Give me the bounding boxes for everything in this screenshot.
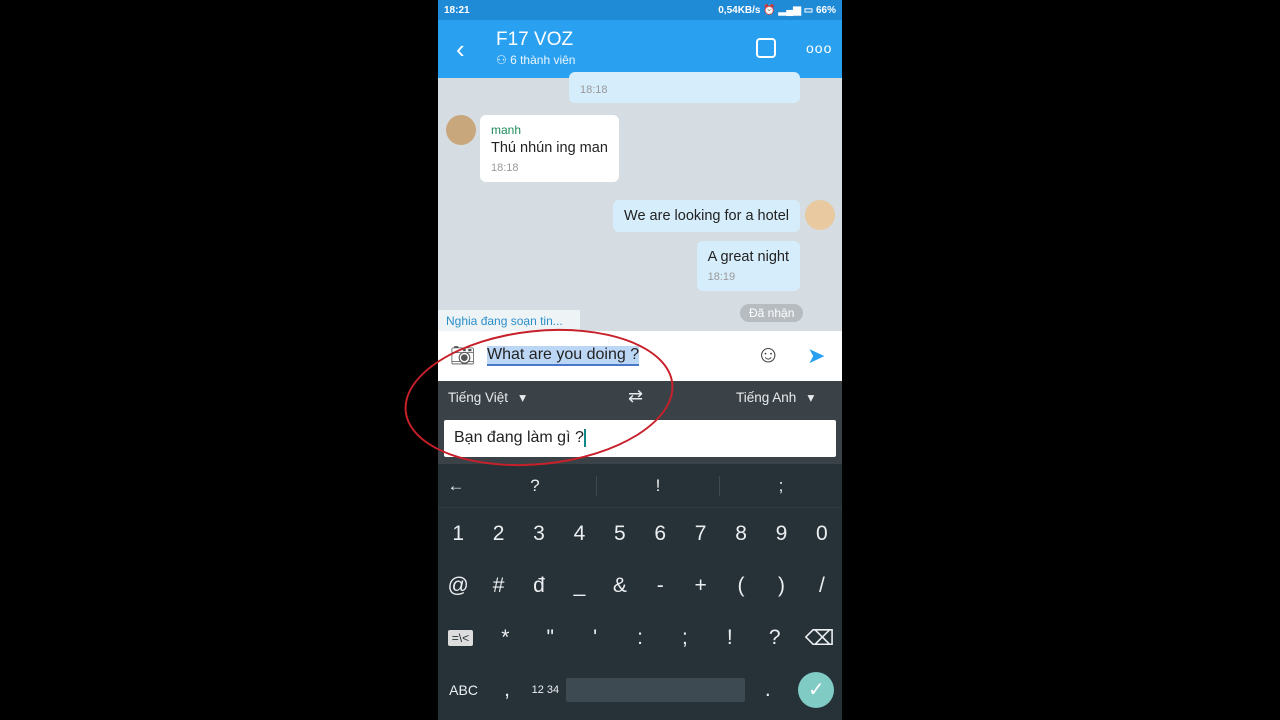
message-bubble: 18:18	[569, 72, 800, 103]
key[interactable]: ?	[752, 626, 797, 650]
check-icon: ✓	[798, 672, 835, 708]
suggestion[interactable]: ;	[720, 476, 842, 496]
key-more-symbols[interactable]: =\<	[438, 630, 483, 646]
chat-title: F17 VOZ	[496, 29, 574, 50]
key[interactable]: /	[802, 574, 842, 598]
key[interactable]: #	[478, 574, 518, 598]
suggestion-bar: ← ? ! ;	[438, 464, 842, 508]
backspace-icon[interactable]: ⌫	[797, 626, 842, 651]
key[interactable]: 9	[761, 522, 801, 546]
key[interactable]: 7	[680, 522, 720, 546]
key-row-numbers: 1234567890	[438, 508, 842, 560]
space-bar[interactable]	[565, 678, 745, 702]
chat-header: ‹ F17 VOZ ⚇ 6 thành viên ooo	[438, 20, 842, 78]
key[interactable]: '	[573, 626, 618, 650]
key[interactable]: 3	[519, 522, 559, 546]
message-bubble: manh Thú nhún ing man 18:18	[480, 115, 619, 182]
key[interactable]: 8	[721, 522, 761, 546]
suggestion[interactable]: ?	[474, 475, 597, 496]
clock: 18:21	[444, 4, 470, 16]
emoji-icon[interactable]: ☺	[756, 341, 781, 369]
keyboard: ← ? ! ; 1234567890 @ # đ _ & - +() / =\< * " ':;!…	[438, 464, 842, 720]
key[interactable]: 2	[478, 522, 518, 546]
send-icon[interactable]: ➤	[807, 343, 825, 369]
key[interactable]: -	[640, 574, 680, 598]
key[interactable]: 5	[600, 522, 640, 546]
live-camera-icon[interactable]	[756, 38, 776, 58]
key[interactable]: :	[618, 626, 663, 650]
key[interactable]: !	[707, 626, 752, 650]
key[interactable]: 1	[438, 522, 478, 546]
key-comma[interactable]: ,	[489, 678, 525, 702]
message-bubble: We are looking for a hotel	[613, 200, 800, 232]
battery-level: 66%	[815, 4, 836, 16]
key-row-symbols: @ # đ _ & - +() /	[438, 560, 842, 612]
message-bubble: A great night 18:19	[696, 241, 800, 291]
key[interactable]: 6	[640, 522, 680, 546]
members-count[interactable]: ⚇ 6 thành viên	[496, 53, 575, 67]
key[interactable]: đ	[519, 574, 559, 598]
received-badge: Đã nhận	[740, 304, 804, 322]
key-abc[interactable]: ABC	[438, 682, 489, 698]
back-arrow-icon[interactable]: ←	[438, 476, 474, 496]
back-icon[interactable]: ‹	[456, 34, 465, 65]
key[interactable]: 0	[802, 522, 842, 546]
key-row-bottom: ABC , 12 34 . ✓	[438, 664, 842, 716]
target-language-select[interactable]: Tiếng Anh ▾	[736, 390, 814, 406]
key[interactable]: 4	[559, 522, 599, 546]
more-icon[interactable]: ooo	[806, 40, 832, 56]
key[interactable]: +	[680, 574, 720, 598]
members-icon: ⚇	[496, 53, 511, 67]
avatar[interactable]	[446, 115, 476, 145]
avatar[interactable]	[805, 200, 835, 230]
suggestion[interactable]: !	[597, 475, 720, 496]
key-period[interactable]: .	[745, 678, 791, 702]
network-speed: 0,54KB/s	[718, 4, 761, 16]
key[interactable]: (	[721, 574, 761, 598]
key[interactable]: @	[438, 574, 478, 598]
key[interactable]: _	[559, 574, 599, 598]
key[interactable]: "	[528, 626, 573, 650]
key[interactable]: *	[483, 626, 528, 650]
key[interactable]: &	[600, 574, 640, 598]
key[interactable]: ;	[662, 626, 707, 650]
key-done[interactable]: ✓	[791, 672, 842, 708]
key[interactable]: )	[761, 574, 801, 598]
key-numpad[interactable]: 12 34	[525, 684, 566, 696]
key-row-symbols-2: =\< * " ':;!? ⌫	[438, 612, 842, 664]
status-bar: 18:21 0,54KB/s ⏰ ▂▄▆ ▭ 66%	[438, 0, 842, 20]
